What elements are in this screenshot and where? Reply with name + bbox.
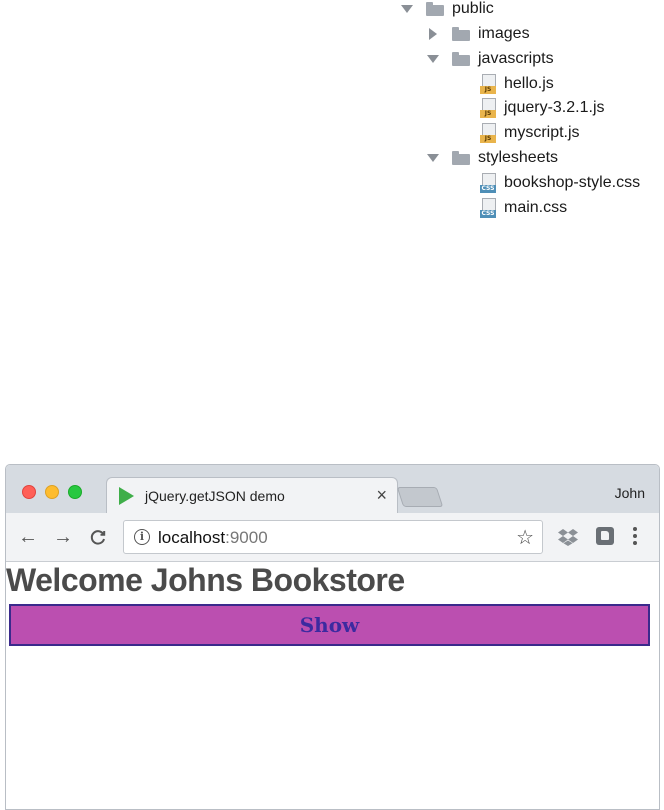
address-bar[interactable]: i localhost:9000 ☆ (123, 520, 543, 554)
folder-icon (426, 2, 444, 16)
folder-icon (452, 27, 470, 41)
tree-item-label: public (452, 0, 494, 17)
tree-item-label: stylesheets (478, 149, 559, 166)
css-file-icon: CSS (480, 198, 498, 218)
browser-window: jQuery.getJSON demo × John ← → i localho… (5, 464, 660, 810)
profile-name[interactable]: John (615, 485, 645, 501)
url-port: :9000 (225, 528, 268, 547)
tree-item-label: main.css (504, 199, 568, 216)
close-tab-icon[interactable]: × (376, 485, 387, 506)
page-content: Welcome Johns Bookstore Show (6, 562, 659, 809)
dropbox-icon[interactable] (558, 527, 578, 547)
page-heading: Welcome Johns Bookstore (6, 562, 405, 598)
url-host: localhost (158, 528, 226, 547)
tree-item-label: images (478, 25, 530, 42)
tree-folder-stylesheets[interactable]: stylesheets (426, 146, 558, 170)
file-tree: public images javascripts JS hello.js JS… (0, 0, 664, 230)
maximize-window-button[interactable] (68, 485, 82, 499)
bookmark-star-icon[interactable]: ☆ (516, 525, 534, 550)
tree-item-label: javascripts (478, 50, 554, 67)
close-window-button[interactable] (22, 485, 36, 499)
tree-file-jquery-js[interactable]: JS jquery-3.2.1.js (480, 96, 605, 120)
expand-arrow-icon[interactable] (426, 151, 440, 165)
css-file-icon: CSS (480, 173, 498, 193)
tree-file-hello-js[interactable]: JS hello.js (480, 72, 554, 96)
forward-arrow-icon[interactable]: → (51, 525, 75, 549)
info-icon[interactable]: i (134, 529, 150, 545)
reload-icon-shape (90, 530, 106, 545)
play-icon (119, 487, 134, 505)
expand-arrow-icon[interactable] (400, 2, 414, 16)
browser-tab[interactable]: jQuery.getJSON demo × (106, 477, 398, 514)
tree-folder-public[interactable]: public (400, 0, 494, 21)
more-menu-icon[interactable] (626, 524, 644, 548)
show-button[interactable]: Show (9, 604, 650, 646)
minimize-window-button[interactable] (45, 485, 59, 499)
expand-arrow-icon[interactable] (426, 52, 440, 66)
collapse-arrow-icon[interactable] (426, 27, 440, 41)
tree-item-label: hello.js (504, 75, 554, 92)
tab-title: jQuery.getJSON demo (145, 488, 285, 504)
tree-folder-images[interactable]: images (426, 22, 530, 46)
folder-icon (452, 52, 470, 66)
js-file-icon: JS (480, 74, 498, 94)
extension-icon[interactable] (596, 527, 614, 545)
reload-icon[interactable] (86, 525, 110, 549)
folder-icon (452, 151, 470, 165)
new-tab-button[interactable] (396, 487, 444, 507)
tree-file-bookshop-style-css[interactable]: CSS bookshop-style.css (480, 171, 640, 195)
back-arrow-icon[interactable]: ← (16, 525, 40, 549)
tree-item-label: jquery-3.2.1.js (504, 99, 605, 116)
js-file-icon: JS (480, 123, 498, 143)
browser-toolbar: ← → i localhost:9000 ☆ (6, 513, 659, 562)
tree-file-myscript-js[interactable]: JS myscript.js (480, 121, 580, 145)
js-file-icon: JS (480, 98, 498, 118)
tree-file-main-css[interactable]: CSS main.css (480, 196, 567, 220)
address-url: localhost:9000 (158, 528, 268, 548)
tree-item-label: myscript.js (504, 124, 580, 141)
tab-strip: jQuery.getJSON demo × John (6, 465, 659, 514)
tree-folder-javascripts[interactable]: javascripts (426, 47, 554, 71)
tree-item-label: bookshop-style.css (504, 174, 641, 191)
